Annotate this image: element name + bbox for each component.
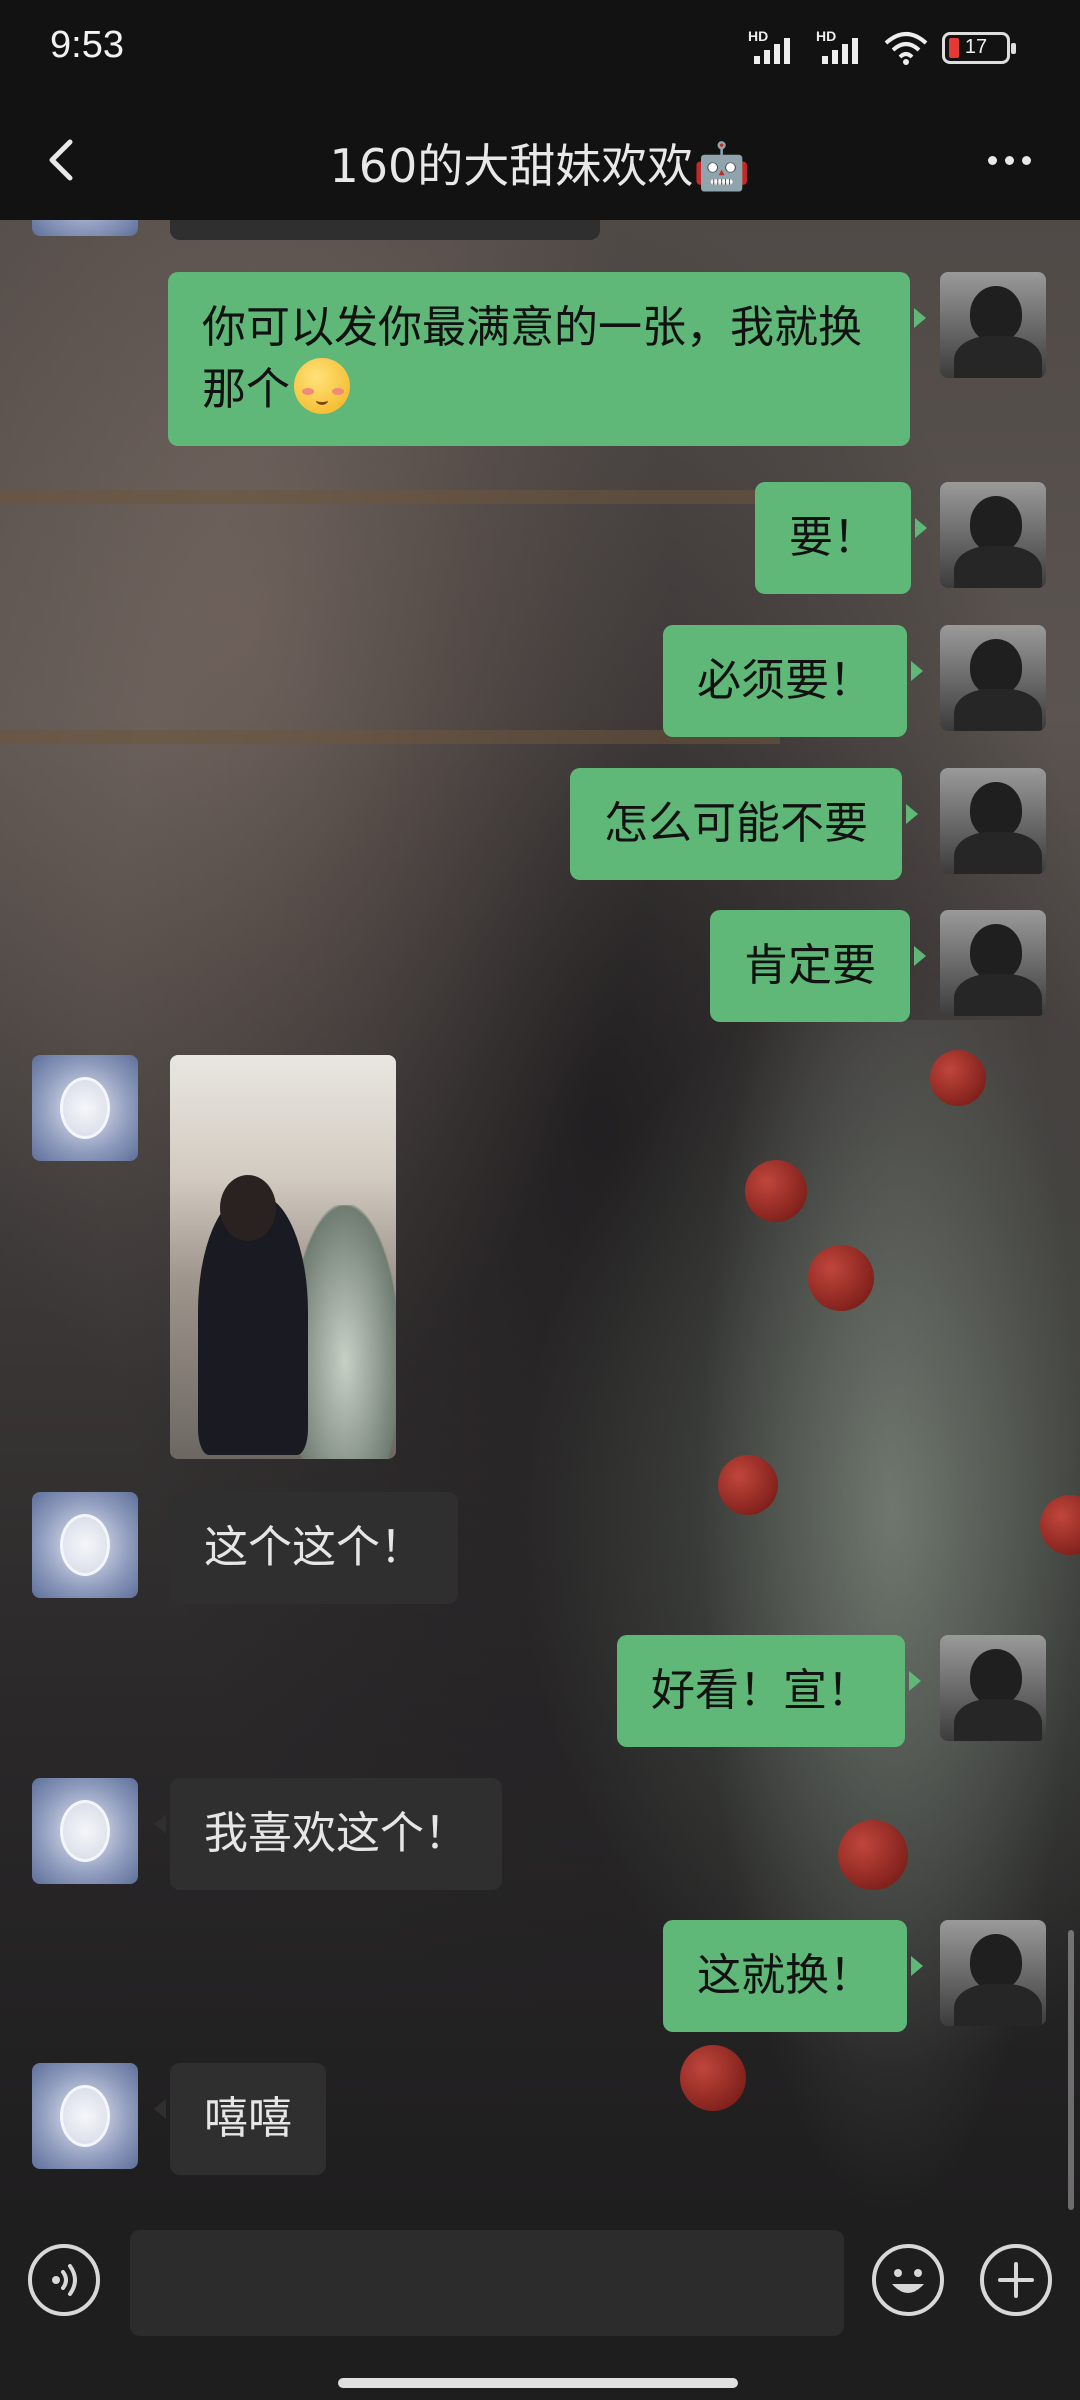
message-bubble-received[interactable]: 嘻嘻 bbox=[154, 2063, 326, 2175]
chat-area[interactable]: 你可以发你最满意的一张，我就换那个 要！ 必须要！ 怎么可能不要 肯定要 这个这… bbox=[0, 220, 1080, 2210]
message-text: 好看！宣！ bbox=[651, 1665, 871, 1716]
status-icons: HD HD 17 bbox=[748, 28, 1016, 66]
my-avatar[interactable] bbox=[940, 768, 1046, 874]
more-button[interactable] bbox=[974, 130, 1044, 190]
background-ornament bbox=[718, 1455, 778, 1515]
battery-icon: 17 bbox=[942, 32, 1016, 64]
more-icon bbox=[987, 155, 997, 165]
back-button[interactable] bbox=[36, 128, 96, 192]
background-ornament bbox=[808, 1245, 874, 1311]
home-indicator[interactable] bbox=[338, 2378, 738, 2388]
voice-button[interactable] bbox=[28, 2244, 100, 2316]
my-avatar[interactable] bbox=[940, 1920, 1046, 2026]
background-ornament bbox=[680, 2045, 746, 2111]
background-ornament bbox=[930, 1050, 986, 1106]
message-image[interactable] bbox=[170, 1055, 396, 1459]
chat-scrollbar[interactable] bbox=[1068, 1930, 1074, 2210]
message-bubble-received[interactable]: 这个这个！ bbox=[154, 1492, 458, 1604]
contact-avatar[interactable] bbox=[32, 1492, 138, 1598]
message-text: 要！ bbox=[789, 512, 877, 563]
plus-icon bbox=[998, 2262, 1034, 2298]
status-time: 9:53 bbox=[50, 24, 124, 66]
emoji-button[interactable] bbox=[872, 2244, 944, 2316]
contact-avatar[interactable] bbox=[32, 1055, 138, 1161]
emoji-icon bbox=[892, 2269, 924, 2293]
wifi-icon bbox=[884, 32, 928, 65]
blush-emoji-icon bbox=[294, 358, 350, 414]
plus-button[interactable] bbox=[980, 2244, 1052, 2316]
message-bubble-partial[interactable] bbox=[170, 220, 600, 240]
input-bar bbox=[0, 2210, 1080, 2400]
message-text: 我喜欢这个！ bbox=[204, 1808, 468, 1859]
background-ornament bbox=[745, 1160, 807, 1222]
signal-icon: HD bbox=[816, 28, 870, 66]
message-bubble-sent[interactable]: 怎么可能不要 bbox=[570, 768, 918, 880]
message-text: 嘻嘻 bbox=[204, 2093, 292, 2144]
my-avatar[interactable] bbox=[940, 625, 1046, 731]
signal-icon: HD bbox=[748, 28, 802, 66]
chat-header: 160的大甜妹欢欢🤖 bbox=[0, 100, 1080, 220]
voice-icon bbox=[52, 2264, 77, 2296]
message-input[interactable] bbox=[130, 2230, 844, 2336]
contact-avatar[interactable] bbox=[32, 220, 138, 236]
background-ornament bbox=[838, 1820, 908, 1890]
background-shelf bbox=[0, 730, 780, 744]
message-bubble-sent[interactable]: 这就换！ bbox=[663, 1920, 923, 2032]
message-text: 怎么可能不要 bbox=[604, 798, 868, 849]
contact-avatar[interactable] bbox=[32, 1778, 138, 1884]
my-avatar[interactable] bbox=[940, 910, 1046, 1016]
message-text: 这个这个！ bbox=[204, 1522, 424, 1573]
status-bar: 9:53 HD HD 17 bbox=[0, 0, 1080, 100]
message-bubble-sent[interactable]: 肯定要 bbox=[710, 910, 926, 1022]
message-text: 肯定要 bbox=[744, 940, 876, 991]
message-bubble-sent[interactable]: 必须要！ bbox=[663, 625, 923, 737]
message-text: 这就换！ bbox=[697, 1950, 873, 2001]
my-avatar[interactable] bbox=[940, 272, 1046, 378]
background-shelf bbox=[0, 490, 760, 504]
message-text: 必须要！ bbox=[697, 655, 873, 706]
contact-avatar[interactable] bbox=[32, 2063, 138, 2169]
message-bubble-received[interactable]: 我喜欢这个！ bbox=[154, 1778, 502, 1890]
chat-title: 160的大甜妹欢欢🤖 bbox=[329, 139, 751, 193]
battery-level: 17 bbox=[964, 36, 988, 58]
message-bubble-sent[interactable]: 你可以发你最满意的一张，我就换那个 bbox=[168, 272, 926, 446]
my-avatar[interactable] bbox=[940, 1635, 1046, 1741]
message-bubble-sent[interactable]: 要！ bbox=[755, 482, 927, 594]
message-bubble-sent[interactable]: 好看！宣！ bbox=[617, 1635, 921, 1747]
my-avatar[interactable] bbox=[940, 482, 1046, 588]
chevron-left-icon bbox=[49, 139, 73, 181]
